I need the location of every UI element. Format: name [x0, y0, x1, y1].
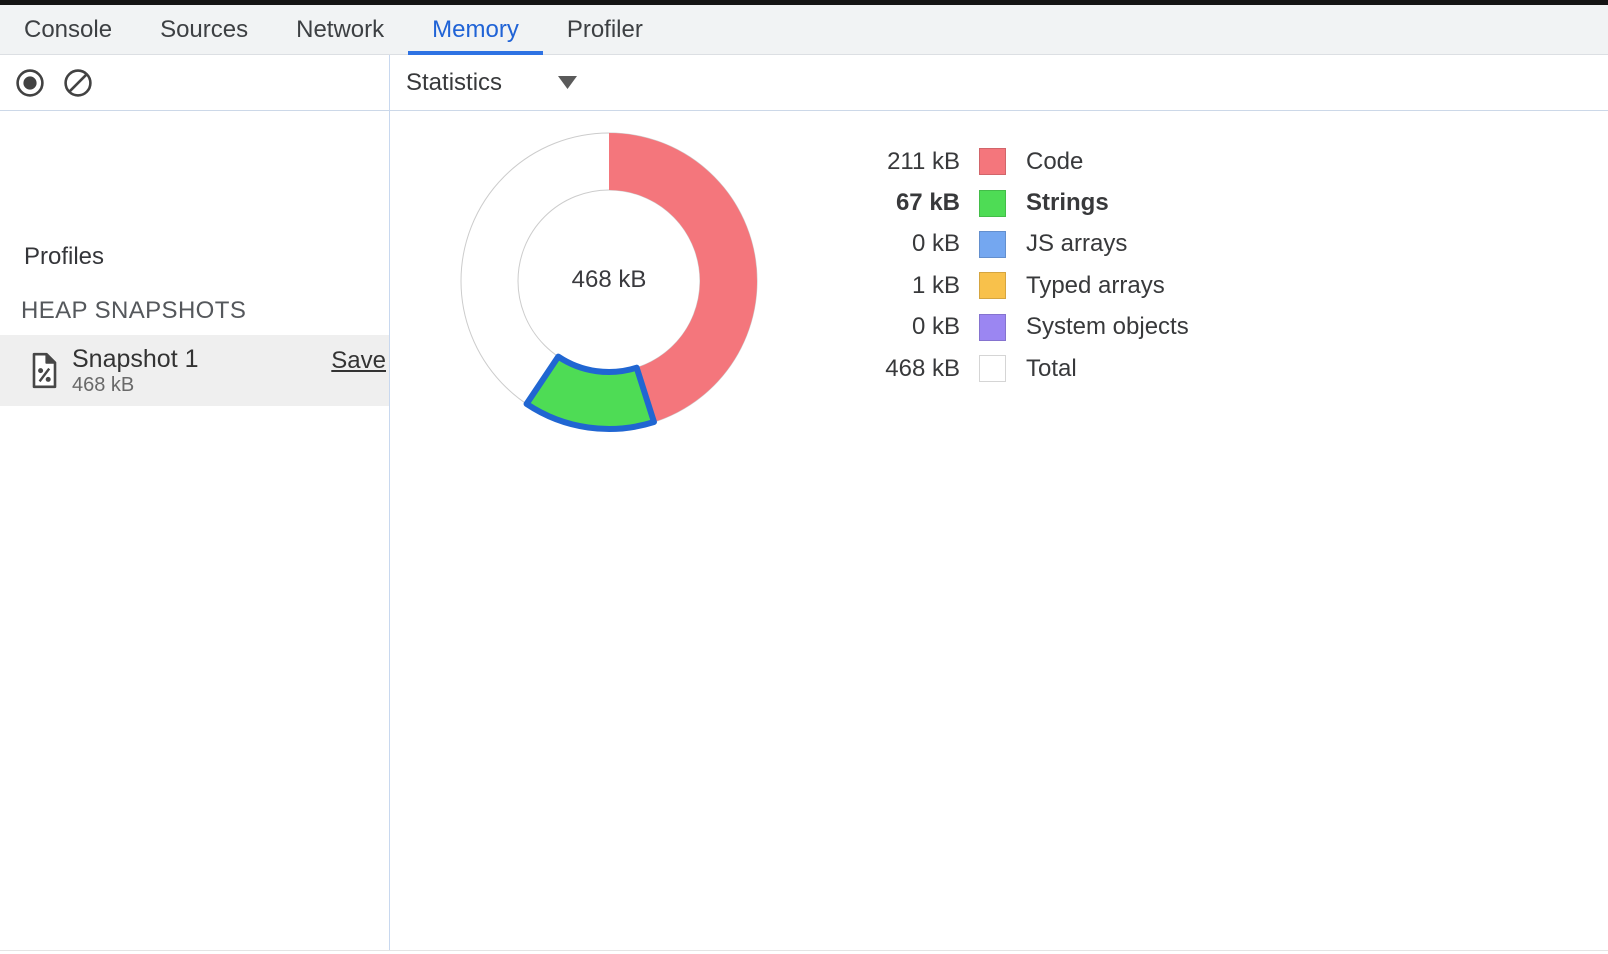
tab-sources[interactable]: Sources	[136, 5, 272, 54]
clear-profiles-button[interactable]	[63, 68, 93, 98]
bottom-divider	[0, 950, 1608, 951]
tab-network[interactable]: Network	[272, 5, 408, 54]
panel-split-divider[interactable]	[389, 55, 390, 950]
record-icon	[15, 68, 45, 98]
chart-legend: 211 kB Code 67 kB Strings 0 kB JS arrays 1 kB T…	[810, 141, 1189, 389]
chevron-down-icon	[558, 76, 577, 89]
tab-memory[interactable]: Memory	[408, 5, 543, 54]
legend-swatch	[979, 190, 1006, 217]
legend-value: 0 kB	[810, 230, 960, 258]
legend-label: Strings	[1026, 189, 1109, 217]
tab-profiler[interactable]: Profiler	[543, 5, 667, 54]
heap-snapshots-section-title: HEAP SNAPSHOTS	[21, 297, 246, 325]
legend-label: Total	[1026, 355, 1077, 383]
tab-memory-label: Memory	[432, 16, 519, 44]
legend-value: 468 kB	[810, 355, 960, 383]
snapshot-name: Snapshot 1	[72, 345, 199, 374]
legend-row-system-objects[interactable]: 0 kB System objects	[810, 307, 1189, 348]
legend-row-code[interactable]: 211 kB Code	[810, 141, 1189, 182]
legend-swatch	[979, 314, 1006, 341]
snapshot-save-link[interactable]: Save	[331, 347, 386, 375]
legend-value: 0 kB	[810, 313, 960, 341]
block-icon	[63, 68, 93, 98]
tab-console[interactable]: Console	[0, 5, 136, 54]
legend-row-typed-arrays[interactable]: 1 kB Typed arrays	[810, 265, 1189, 306]
legend-value: 1 kB	[810, 272, 960, 300]
legend-label: Code	[1026, 148, 1083, 176]
perspective-select-value: Statistics	[406, 69, 502, 97]
legend-row-strings[interactable]: 67 kB Strings	[810, 182, 1189, 223]
sidebar-title: Profiles	[24, 243, 104, 271]
perspective-select[interactable]: Statistics	[406, 55, 502, 110]
legend-label: System objects	[1026, 313, 1189, 341]
chart-total-label: 468 kB	[489, 266, 729, 294]
memory-panel-toolbar: Statistics	[0, 55, 1608, 111]
chart-slice-strings[interactable]	[527, 357, 654, 429]
devtools-tab-bar: Console Sources Network Memory Profiler	[0, 5, 1608, 55]
legend-swatch	[979, 355, 1006, 382]
record-heap-snapshot-button[interactable]	[15, 68, 45, 98]
legend-label: Typed arrays	[1026, 272, 1165, 300]
snapshot-list-item[interactable]: Snapshot 1 468 kB Save	[0, 335, 389, 406]
heap-snapshot-document-icon	[30, 352, 58, 389]
legend-swatch	[979, 272, 1006, 299]
legend-row-total[interactable]: 468 kB Total	[810, 348, 1189, 389]
snapshot-size: 468 kB	[72, 374, 134, 397]
legend-row-js-arrays[interactable]: 0 kB JS arrays	[810, 224, 1189, 265]
legend-swatch	[979, 231, 1006, 258]
legend-value: 211 kB	[810, 148, 960, 176]
profiles-sidebar: Profiles HEAP SNAPSHOTS Snapshot 1 468 k…	[0, 111, 389, 950]
legend-swatch	[979, 148, 1006, 175]
legend-value: 67 kB	[810, 189, 960, 217]
legend-label: JS arrays	[1026, 230, 1127, 258]
